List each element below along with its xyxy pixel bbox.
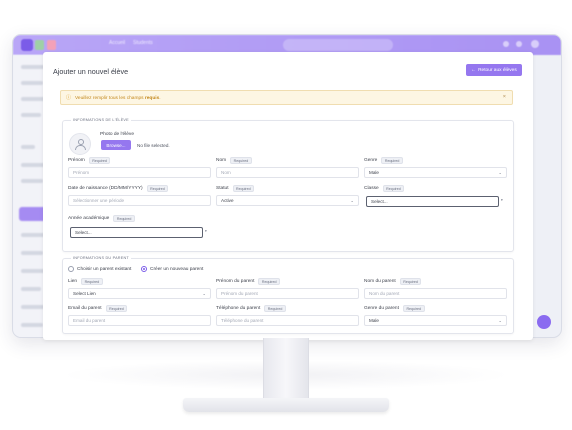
annee-select[interactable]: Select... <box>70 227 203 238</box>
radio-icon <box>68 266 74 272</box>
required-badge: Required <box>88 157 111 164</box>
notification-icon[interactable] <box>503 41 509 47</box>
nom-label: Nom Required <box>216 157 252 164</box>
sidebar-item[interactable] <box>21 163 45 167</box>
tel-parent-label: Téléphone du parent Required <box>216 305 286 312</box>
avatar[interactable] <box>531 40 539 48</box>
search-bar[interactable] <box>283 39 393 51</box>
date-naissance-input[interactable]: Sélectionner une période <box>68 195 211 206</box>
chevron-down-icon[interactable]: ▾ <box>205 229 207 233</box>
sidebar-item[interactable] <box>21 323 43 327</box>
sidebar-item[interactable] <box>21 65 45 69</box>
lien-select[interactable]: Select Lien ⌄ <box>68 288 211 299</box>
nav-chip-pink[interactable] <box>47 40 56 50</box>
prenom-input[interactable]: Prénom <box>68 167 211 178</box>
sidebar-item[interactable] <box>21 269 45 273</box>
tel-parent-input[interactable]: Téléphone du parent <box>216 315 359 326</box>
chevron-down-icon: ⌄ <box>202 291 206 296</box>
required-fields-alert: ⓘ Veuillez remplir tous les champs requi… <box>60 90 513 105</box>
annee-label: Année académique Required <box>68 215 135 222</box>
required-badge: Required <box>230 157 252 164</box>
required-badge: Required <box>382 185 405 192</box>
section-title: INFORMATIONS DE L'ÉLÈVE <box>71 118 131 122</box>
chevron-down-icon: ⌄ <box>498 318 502 323</box>
email-parent-label: Email du parent Required <box>68 305 128 312</box>
required-badge: Required <box>402 305 425 312</box>
sidebar-item[interactable] <box>21 81 43 85</box>
arrow-left-icon: ← <box>471 67 477 73</box>
chevron-down-icon: ⌄ <box>350 198 354 203</box>
parent-info-section: INFORMATIONS DU PARENT Choisir un parent… <box>62 256 514 334</box>
stage: Accueil Students Ajouter un nouvel élève… <box>0 0 572 430</box>
add-student-form-card: Ajouter un nouvel élève ← Retour aux élè… <box>43 52 533 340</box>
required-badge: Required <box>232 185 255 192</box>
monitor-stand-neck <box>263 338 309 400</box>
nom-input[interactable]: Nom <box>216 167 359 178</box>
app-logo-icon[interactable] <box>21 39 33 51</box>
file-status: No file selected. <box>137 142 170 148</box>
warning-icon: ⓘ <box>66 95 72 101</box>
prenom-parent-label: Prénom du parent Required <box>216 278 280 285</box>
required-badge: Required <box>381 157 403 164</box>
nav-link-students[interactable]: Students <box>133 40 153 46</box>
email-parent-input[interactable]: Email du parent <box>68 315 211 326</box>
statut-select[interactable]: Active ⌄ <box>216 195 359 206</box>
close-icon[interactable]: × <box>503 94 506 100</box>
sidebar-item[interactable] <box>21 233 45 237</box>
classe-select[interactable]: Select... <box>366 196 499 207</box>
prenom-parent-input[interactable]: Prénom du parent <box>216 288 359 299</box>
genre-parent-select[interactable]: Male ⌄ <box>364 315 507 326</box>
lien-label: Lien Required <box>68 278 103 285</box>
back-to-students-button[interactable]: ← Retour aux élèves <box>466 64 522 76</box>
prenom-label: Prénom Required <box>68 157 111 164</box>
required-badge: Required <box>146 185 169 192</box>
required-badge: Required <box>399 278 422 285</box>
required-badge: Required <box>81 278 103 285</box>
nav-link-home[interactable]: Accueil <box>109 40 125 46</box>
sidebar-item[interactable] <box>21 145 35 149</box>
sidebar-item[interactable] <box>21 305 45 309</box>
classe-label: Classe Required <box>364 185 405 192</box>
back-button-label: Retour aux élèves <box>478 67 517 73</box>
radio-new-parent[interactable]: Créer un nouveau parent <box>141 266 203 272</box>
user-avatar-icon <box>69 133 91 155</box>
radio-existing-parent[interactable]: Choisir un parent existant <box>68 266 131 272</box>
required-badge: Required <box>105 305 128 312</box>
sidebar-item[interactable] <box>21 251 43 255</box>
photo-label: Photo de l'élève <box>100 132 134 137</box>
nom-parent-label: Nom du parent Required <box>364 278 422 285</box>
chevron-down-icon[interactable]: ▾ <box>501 198 503 202</box>
settings-icon[interactable] <box>516 41 522 47</box>
page-title: Ajouter un nouvel élève <box>53 67 129 76</box>
monitor-stand-base <box>183 398 389 412</box>
alert-message: Veuillez remplir tous les champs requis. <box>75 95 161 101</box>
sidebar-item[interactable] <box>21 179 43 183</box>
radio-icon <box>141 266 147 272</box>
nav-chip-green[interactable] <box>35 40 44 50</box>
genre-parent-label: Genre du parent Required <box>364 305 425 312</box>
student-info-section: INFORMATIONS DE L'ÉLÈVE Photo de l'élève… <box>62 118 514 252</box>
genre-label: Genre Required <box>364 157 403 164</box>
floating-action-button[interactable] <box>537 315 551 329</box>
sidebar-item[interactable] <box>21 113 41 117</box>
statut-label: Statut Required <box>216 185 255 192</box>
chevron-down-icon: ⌄ <box>498 170 502 175</box>
sidebar-item[interactable] <box>21 287 41 291</box>
required-badge: Required <box>113 215 135 222</box>
nom-parent-input[interactable]: Nom du parent <box>364 288 507 299</box>
required-badge: Required <box>258 278 280 285</box>
browse-button[interactable]: Browse... <box>101 140 131 150</box>
required-badge: Required <box>264 305 286 312</box>
date-naissance-label: Date de naissance (DD/MM/YYYY) Required <box>68 185 169 192</box>
genre-select[interactable]: Male ⌄ <box>364 167 507 178</box>
section-title: INFORMATIONS DU PARENT <box>71 256 131 260</box>
